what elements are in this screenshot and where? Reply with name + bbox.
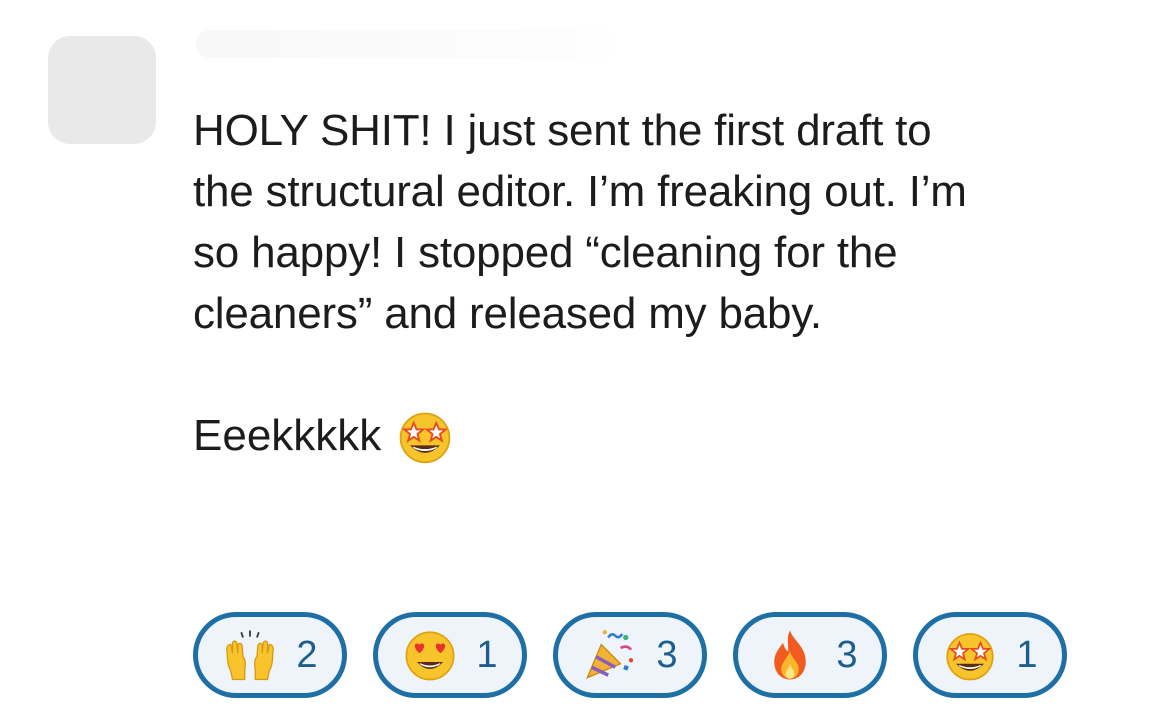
reaction-count: 1	[476, 633, 498, 676]
star-struck-icon	[946, 633, 995, 681]
reaction-count: 1	[1016, 633, 1038, 676]
sender-name-blurred	[196, 30, 616, 58]
message-line: so happy! I stopped “cleaning for the	[193, 228, 898, 277]
reaction-party-popper[interactable]: 3	[553, 612, 707, 698]
reaction-heart-eyes[interactable]: 1	[373, 612, 527, 698]
followup-text: Eeekkkkk	[193, 411, 382, 460]
party-popper-icon	[586, 630, 634, 679]
fire-icon	[774, 630, 807, 680]
avatar[interactable]	[48, 36, 156, 144]
reaction-count: 3	[656, 633, 678, 676]
raising-hands-icon	[226, 630, 275, 681]
reaction-raising-hands[interactable]: 2	[193, 612, 347, 698]
message-line: cleaners” and released my baby.	[193, 289, 822, 338]
reaction-count: 3	[836, 633, 858, 676]
reactions-bar: 2 1 3 3 1	[193, 612, 1067, 698]
star-struck-icon	[399, 412, 451, 463]
message-line: the structural editor. I’m freaking out.…	[193, 167, 967, 216]
message-followup: Eeekkkkk	[193, 405, 455, 466]
reaction-star-struck[interactable]: 1	[913, 612, 1067, 698]
reaction-fire[interactable]: 3	[733, 612, 887, 698]
message-line: HOLY SHIT! I just sent the first draft t…	[193, 106, 932, 155]
reaction-count: 2	[296, 633, 318, 676]
heart-eyes-icon	[405, 631, 455, 681]
message-body: HOLY SHIT! I just sent the first draft t…	[193, 100, 1123, 344]
